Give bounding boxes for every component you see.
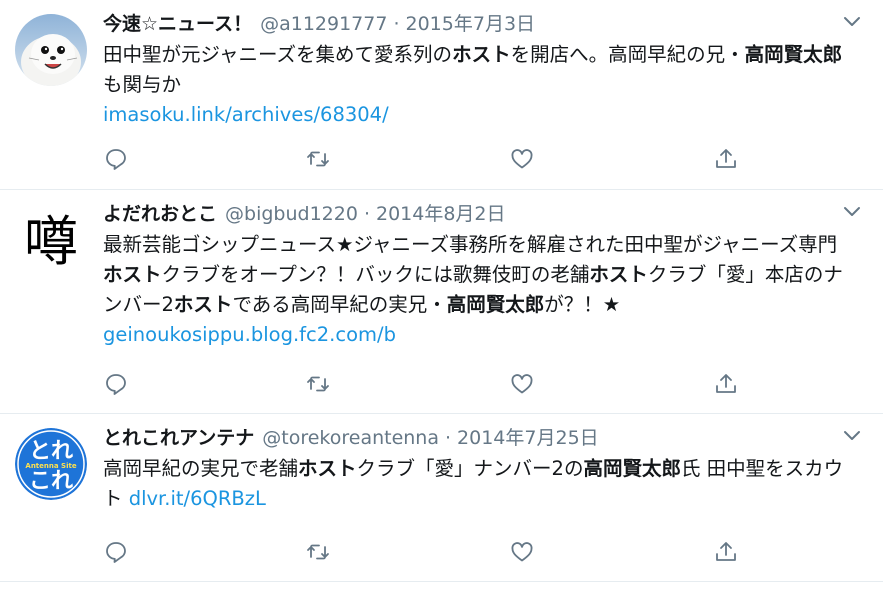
separator-dot: · xyxy=(363,203,370,225)
avatar-character: 噂 xyxy=(24,210,78,273)
text-segment: を開店へ。高岡早紀の兄・ xyxy=(510,43,745,66)
tweet-text: 田中聖が元ジャニーズを集めて愛系列のホストを開店へ。高岡早紀の兄・高岡賢太郎も関… xyxy=(103,40,853,130)
chevron-down-icon[interactable] xyxy=(843,429,861,441)
separator-dot: · xyxy=(393,13,400,35)
retweet-icon xyxy=(307,151,329,167)
tweet-header: とれこれアンテナ @torekoreantenna · 2014年7月25日 xyxy=(103,423,831,453)
highlighted-term: ホスト xyxy=(298,457,357,480)
share-button[interactable] xyxy=(713,146,739,172)
tweet[interactable]: 今速☆ニュース！ @a11291777 · 2015年7月3日 田中聖が元ジャニーズを… xyxy=(0,0,883,190)
separator-dot: · xyxy=(445,427,452,449)
reply-icon xyxy=(106,374,126,395)
display-name[interactable]: とれこれアンテナ xyxy=(103,427,254,449)
tweet-header: 今速☆ニュース！ @a11291777 · 2015年7月3日 xyxy=(103,9,831,39)
reply-button[interactable] xyxy=(103,146,129,172)
share-icon xyxy=(716,149,736,168)
text-segment: も関与か xyxy=(103,73,182,96)
avatar[interactable]: 噂 xyxy=(15,204,87,276)
reply-button[interactable] xyxy=(103,371,129,397)
tweet-date[interactable]: 2014年8月2日 xyxy=(376,203,506,225)
seal-avatar-icon xyxy=(15,14,87,86)
avatar-text-top: とれ xyxy=(29,439,73,464)
text-segment: が？！★ xyxy=(544,293,621,316)
tweet-actions xyxy=(103,539,743,567)
like-button[interactable] xyxy=(509,539,535,565)
avatar[interactable] xyxy=(15,14,87,86)
reply-button[interactable] xyxy=(103,539,129,565)
tweet-date[interactable]: 2015年7月3日 xyxy=(406,13,536,35)
highlighted-term: ホスト xyxy=(103,263,162,286)
tweet-header: よだれおとこ @bigbud1220 · 2014年8月2日 xyxy=(103,199,831,229)
tweet-link[interactable]: dlvr.it/6QRBzL xyxy=(129,487,266,510)
chevron-down-icon[interactable] xyxy=(843,15,861,27)
tweet-link[interactable]: geinoukosippu.blog.fc2.com/b xyxy=(103,323,396,346)
chevron-down-icon[interactable] xyxy=(843,205,861,217)
reply-icon xyxy=(106,149,126,170)
highlighted-term: 高岡賢太郎 xyxy=(744,43,843,66)
tweet-timeline: 今速☆ニュース！ @a11291777 · 2015年7月3日 田中聖が元ジャニーズを… xyxy=(0,0,883,597)
highlighted-term: ホスト xyxy=(173,293,233,316)
reply-icon xyxy=(106,542,126,563)
retweet-button[interactable] xyxy=(305,146,331,172)
text-segment: 最新芸能ゴシップニュース★ジャニーズ事務所を解雇された田中聖がジャニーズ専門 xyxy=(103,233,838,256)
display-name[interactable]: よだれおとこ xyxy=(103,203,217,225)
share-button[interactable] xyxy=(713,539,739,565)
like-button[interactable] xyxy=(509,371,535,397)
retweet-icon xyxy=(307,376,329,392)
highlighted-term: ホスト xyxy=(452,43,511,66)
retweet-icon xyxy=(307,544,329,560)
text-segment: である高岡早紀の実兄・ xyxy=(232,293,447,316)
text-segment: クラブ「愛」ナンバー2の xyxy=(356,457,584,480)
like-button[interactable] xyxy=(509,146,535,172)
share-button[interactable] xyxy=(713,371,739,397)
display-name[interactable]: 今速☆ニュース！ xyxy=(103,13,252,35)
user-handle[interactable]: @a11291777 xyxy=(260,13,387,35)
text-segment: 田中聖が元ジャニーズを集めて愛系列の xyxy=(103,43,453,66)
tweet[interactable]: 噂 よだれおとこ @bigbud1220 · 2014年8月2日 最新芸能ゴシップニュ… xyxy=(0,190,883,414)
kanji-avatar-icon: 噂 xyxy=(15,204,87,276)
tweet-text: 高岡早紀の実兄で老舗ホストクラブ「愛」ナンバー2の高岡賢太郎氏 田中聖をスカウト… xyxy=(103,454,853,514)
text-segment: 高岡早紀の実兄で老舗 xyxy=(103,457,299,480)
tweet-link[interactable]: imasoku.link/archives/68304/ xyxy=(103,100,853,130)
avatar-text-bottom: これ xyxy=(29,469,73,494)
user-handle[interactable]: @torekoreantenna xyxy=(262,427,439,449)
tweet-text: 最新芸能ゴシップニュース★ジャニーズ事務所を解雇された田中聖がジャニーズ専門ホス… xyxy=(103,230,853,350)
highlighted-term: 高岡賢太郎 xyxy=(583,457,681,480)
heart-icon xyxy=(511,149,533,169)
heart-icon xyxy=(511,542,533,562)
retweet-button[interactable] xyxy=(305,371,331,397)
highlighted-term: ホスト xyxy=(589,263,648,286)
user-handle[interactable]: @bigbud1220 xyxy=(225,203,358,225)
heart-icon xyxy=(511,374,533,394)
tweet-actions xyxy=(103,371,743,399)
retweet-button[interactable] xyxy=(305,539,331,565)
antenna-site-avatar-icon: とれ Antenna Site これ xyxy=(15,428,87,500)
share-icon xyxy=(716,374,736,393)
avatar[interactable]: とれ Antenna Site これ xyxy=(15,428,87,500)
highlighted-term: 高岡賢太郎 xyxy=(446,293,545,316)
tweet[interactable]: とれ Antenna Site これ とれこれアンテナ @torekoreante… xyxy=(0,414,883,582)
tweet-actions xyxy=(103,146,743,174)
text-segment: クラブをオープン？！バックには歌舞伎町の老舗 xyxy=(161,263,590,286)
tweet-date[interactable]: 2014年7月25日 xyxy=(457,427,599,449)
share-icon xyxy=(716,542,736,561)
